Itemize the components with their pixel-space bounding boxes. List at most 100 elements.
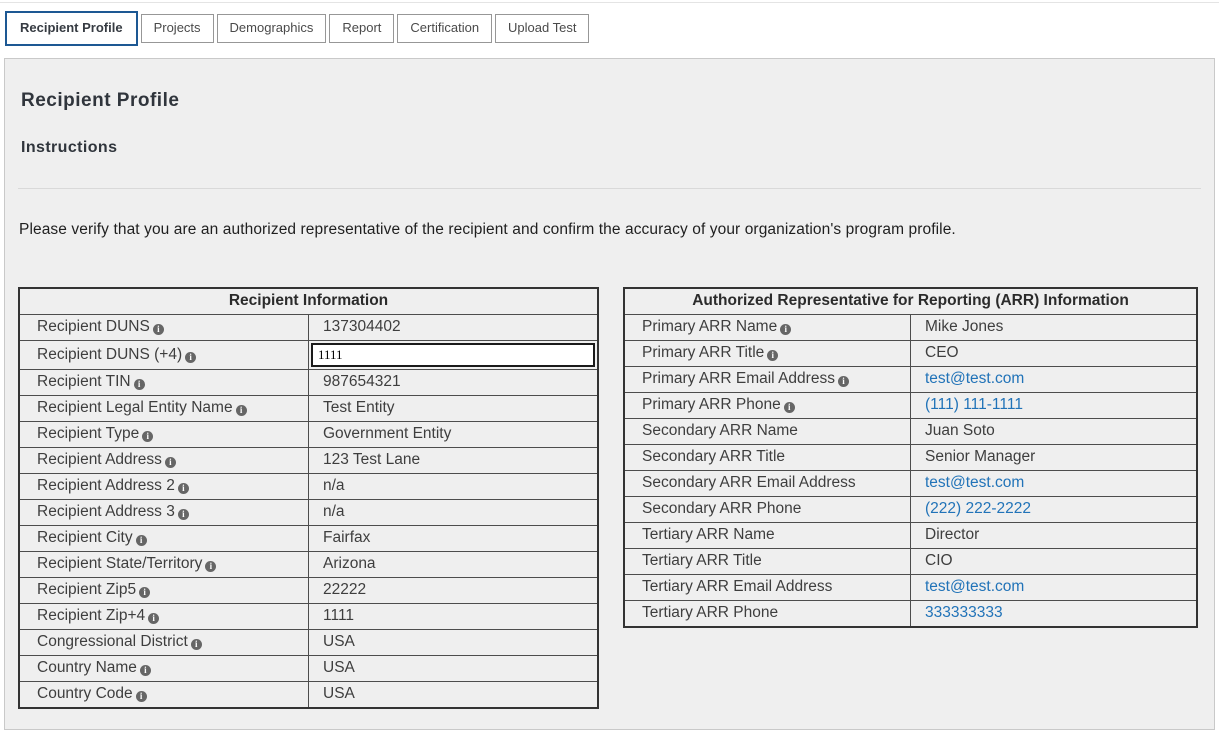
row-label: Country Name bbox=[37, 659, 137, 676]
row-value-cell: Test Entity bbox=[309, 396, 599, 422]
row-label: Primary ARR Email Address bbox=[642, 370, 835, 387]
row-label-cell: Primary ARR Titlei bbox=[624, 341, 911, 367]
row-label: Recipient Address 3 bbox=[37, 503, 175, 520]
row-value: Senior Manager bbox=[911, 447, 1196, 468]
table-row: Country Codei USA bbox=[19, 682, 598, 708]
row-label-cell: Recipient Legal Entity Namei bbox=[19, 396, 309, 422]
row-value-cell: USA bbox=[309, 656, 599, 682]
tab-demographics[interactable]: Demographics bbox=[217, 14, 327, 43]
tab-certification[interactable]: Certification bbox=[397, 14, 492, 43]
row-value-cell: 333333333 bbox=[911, 601, 1198, 627]
row-value: CEO bbox=[911, 343, 1196, 364]
row-value-link[interactable]: (222) 222-2222 bbox=[911, 499, 1196, 520]
row-value-cell: 987654321 bbox=[309, 370, 599, 396]
row-value-cell: Mike Jones bbox=[911, 315, 1198, 341]
table-row: Primary ARR Phonei(111) 111-1111 bbox=[624, 393, 1197, 419]
info-icon[interactable]: i bbox=[191, 639, 202, 650]
row-value: n/a bbox=[309, 502, 597, 523]
info-icon[interactable]: i bbox=[139, 587, 150, 598]
row-value-cell: test@test.com bbox=[911, 575, 1198, 601]
tab-upload-test[interactable]: Upload Test bbox=[495, 14, 589, 43]
info-icon[interactable]: i bbox=[153, 324, 164, 335]
row-value-link[interactable]: test@test.com bbox=[911, 369, 1196, 390]
row-label: Recipient Legal Entity Name bbox=[37, 399, 233, 416]
row-value-cell: Senior Manager bbox=[911, 445, 1198, 471]
row-value-cell: Juan Soto bbox=[911, 419, 1198, 445]
tab-recipient-profile[interactable]: Recipient Profile bbox=[5, 11, 138, 46]
row-label-cell: Secondary ARR Name bbox=[624, 419, 911, 445]
row-label: Tertiary ARR Phone bbox=[642, 604, 778, 621]
section-divider bbox=[18, 188, 1201, 189]
row-value: n/a bbox=[309, 476, 597, 497]
row-label: Tertiary ARR Title bbox=[642, 552, 762, 569]
row-label-cell: Recipient Zip5i bbox=[19, 578, 309, 604]
row-value-cell bbox=[309, 341, 599, 370]
table-row: Recipient Address 3i n/a bbox=[19, 500, 598, 526]
table-row: Primary ARR NameiMike Jones bbox=[624, 315, 1197, 341]
row-label-cell: Tertiary ARR Name bbox=[624, 523, 911, 549]
info-icon[interactable]: i bbox=[134, 379, 145, 390]
row-value-cell: USA bbox=[309, 682, 599, 708]
info-icon[interactable]: i bbox=[178, 509, 189, 520]
row-value: 137304402 bbox=[309, 317, 597, 338]
row-value: 1111 bbox=[309, 606, 597, 627]
row-label-cell: Recipient DUNS (+4)i bbox=[19, 341, 309, 370]
info-icon[interactable]: i bbox=[136, 691, 147, 702]
info-icon[interactable]: i bbox=[236, 405, 247, 416]
table-row: Congressional Districti USA bbox=[19, 630, 598, 656]
table-row: Recipient Zip+4i 1111 bbox=[19, 604, 598, 630]
info-icon[interactable]: i bbox=[178, 483, 189, 494]
recipient-duns-4-input[interactable] bbox=[311, 343, 595, 367]
row-label: Secondary ARR Phone bbox=[642, 500, 801, 517]
row-value: CIO bbox=[911, 551, 1196, 572]
row-label: Country Code bbox=[37, 685, 133, 702]
row-value: Arizona bbox=[309, 554, 597, 575]
row-label: Tertiary ARR Email Address bbox=[642, 578, 832, 595]
table-row: Secondary ARR Email Addresstest@test.com bbox=[624, 471, 1197, 497]
table-row: Tertiary ARR Phone 333333333 bbox=[624, 601, 1197, 627]
row-value-cell: USA bbox=[309, 630, 599, 656]
row-value-link[interactable]: test@test.com bbox=[911, 473, 1196, 494]
info-icon[interactable]: i bbox=[780, 324, 791, 335]
table-row: Recipient Addressi123 Test Lane bbox=[19, 448, 598, 474]
row-value-link[interactable]: 333333333 bbox=[911, 603, 1196, 624]
info-icon[interactable]: i bbox=[136, 535, 147, 546]
row-label-cell: Primary ARR Phonei bbox=[624, 393, 911, 419]
table-row: Recipient DUNSi137304402 bbox=[19, 315, 598, 341]
row-value-link[interactable]: (111) 111-1111 bbox=[911, 395, 1196, 416]
row-value-cell: Fairfax bbox=[309, 526, 599, 552]
row-label-cell: Secondary ARR Title bbox=[624, 445, 911, 471]
row-value: USA bbox=[309, 632, 597, 653]
info-icon[interactable]: i bbox=[140, 665, 151, 676]
tab-report[interactable]: Report bbox=[329, 14, 394, 43]
tab-projects[interactable]: Projects bbox=[141, 14, 214, 43]
row-value-cell: 123 Test Lane bbox=[309, 448, 599, 474]
table-row: Secondary ARR Name Juan Soto bbox=[624, 419, 1197, 445]
content-panel: Recipient Profile Instructions Please ve… bbox=[4, 58, 1215, 730]
info-icon[interactable]: i bbox=[165, 457, 176, 468]
row-value-cell: (111) 111-1111 bbox=[911, 393, 1198, 419]
info-icon[interactable]: i bbox=[185, 352, 196, 363]
row-label: Recipient Zip+4 bbox=[37, 607, 145, 624]
row-label: Recipient TIN bbox=[37, 373, 131, 390]
row-value-link[interactable]: test@test.com bbox=[911, 577, 1196, 598]
row-label-cell: Recipient DUNSi bbox=[19, 315, 309, 341]
table-row: Tertiary ARR Title CIO bbox=[624, 549, 1197, 575]
row-value: 123 Test Lane bbox=[309, 450, 597, 471]
info-icon[interactable]: i bbox=[142, 431, 153, 442]
row-value-cell: 1111 bbox=[309, 604, 599, 630]
row-label-cell: Secondary ARR Phone bbox=[624, 497, 911, 523]
info-icon[interactable]: i bbox=[148, 613, 159, 624]
info-icon[interactable]: i bbox=[767, 350, 778, 361]
row-label: Congressional District bbox=[37, 633, 188, 650]
row-value: USA bbox=[309, 684, 597, 705]
info-icon[interactable]: i bbox=[838, 376, 849, 387]
info-icon[interactable]: i bbox=[784, 402, 795, 413]
row-label: Secondary ARR Name bbox=[642, 422, 798, 439]
row-value-cell: Arizona bbox=[309, 552, 599, 578]
info-icon[interactable]: i bbox=[205, 561, 216, 572]
row-label: Recipient Type bbox=[37, 425, 139, 442]
row-value-cell: n/a bbox=[309, 500, 599, 526]
row-label-cell: Tertiary ARR Title bbox=[624, 549, 911, 575]
row-label: Primary ARR Title bbox=[642, 344, 764, 361]
